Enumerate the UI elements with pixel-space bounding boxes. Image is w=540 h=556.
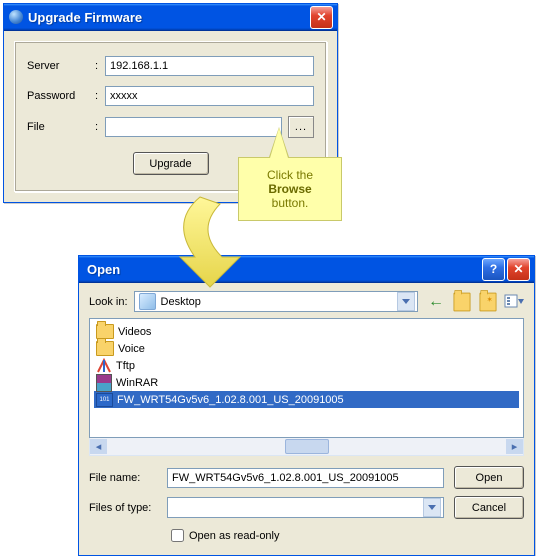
callout-tooltip: Click the Browse button. xyxy=(238,157,342,221)
upgrade-button[interactable]: Upgrade xyxy=(133,152,209,175)
window-title: Upgrade Firmware xyxy=(28,10,308,25)
chevron-down-icon[interactable] xyxy=(397,292,415,311)
new-folder-icon[interactable]: ✶ xyxy=(478,292,498,312)
callout-pointer xyxy=(270,128,288,158)
close-icon[interactable]: ✕ xyxy=(310,6,333,29)
callout-bold: Browse xyxy=(268,182,311,196)
readonly-label: Open as read-only xyxy=(189,530,280,542)
binary-file-icon: 101 xyxy=(96,393,113,407)
tftp-icon xyxy=(96,358,112,374)
scroll-thumb[interactable] xyxy=(285,439,329,454)
lookin-label: Look in: xyxy=(89,296,128,308)
filename-label: File name: xyxy=(89,472,167,484)
filename-input[interactable] xyxy=(167,468,444,488)
ellipsis-icon: ... xyxy=(295,121,307,133)
app-icon xyxy=(8,9,24,25)
open-button[interactable]: Open xyxy=(454,466,524,489)
colon: : xyxy=(95,121,105,133)
close-icon[interactable]: ✕ xyxy=(507,258,530,281)
password-label: Password xyxy=(27,90,95,102)
folder-icon xyxy=(96,341,114,356)
lookin-combo[interactable]: Desktop xyxy=(134,291,418,312)
list-item-label: FW_WRT54Gv5v6_1.02.8.001_US_20091005 xyxy=(117,394,344,406)
server-input[interactable] xyxy=(105,56,314,76)
lookin-value: Desktop xyxy=(161,296,201,308)
help-icon[interactable]: ? xyxy=(482,258,505,281)
file-list[interactable]: Videos Voice Tftp WinRAR101 FW_WRT54Gv5v6_1.… xyxy=(89,318,524,438)
list-item-label: Tftp xyxy=(116,360,135,372)
titlebar[interactable]: Upgrade Firmware ✕ xyxy=(4,4,337,31)
scroll-left-icon[interactable]: ◂ xyxy=(90,439,107,454)
colon: : xyxy=(95,90,105,102)
up-folder-icon[interactable] xyxy=(452,292,472,312)
desktop-icon xyxy=(139,293,156,310)
callout-line3: button. xyxy=(272,196,309,210)
filetype-combo[interactable] xyxy=(167,497,444,518)
list-item-label: WinRAR xyxy=(116,377,158,389)
folder-icon xyxy=(96,324,114,339)
list-item[interactable]: WinRAR xyxy=(94,374,519,391)
horizontal-scrollbar[interactable]: ◂ ▸ xyxy=(89,438,524,456)
filetype-label: Files of type: xyxy=(89,502,167,514)
list-item[interactable]: Tftp xyxy=(94,357,519,374)
chevron-down-icon[interactable] xyxy=(423,498,441,517)
password-input[interactable] xyxy=(105,86,314,106)
back-icon[interactable]: ← xyxy=(426,292,446,312)
scroll-right-icon[interactable]: ▸ xyxy=(506,439,523,454)
winrar-icon xyxy=(96,374,112,392)
colon: : xyxy=(95,60,105,72)
cancel-button[interactable]: Cancel xyxy=(454,496,524,519)
list-item-label: Voice xyxy=(118,343,145,355)
list-item[interactable]: Voice xyxy=(94,340,519,357)
file-input[interactable] xyxy=(105,117,282,137)
views-icon[interactable] xyxy=(504,292,524,312)
open-dialog-window: Open ? ✕ Look in: Desktop ← ✶ VideosV xyxy=(78,255,535,556)
callout-line1: Click the xyxy=(267,168,313,182)
list-item[interactable]: 101 FW_WRT54Gv5v6_1.02.8.001_US_20091005 xyxy=(94,391,519,408)
readonly-checkbox[interactable] xyxy=(171,529,184,542)
file-label: File xyxy=(27,121,95,133)
server-label: Server xyxy=(27,60,95,72)
list-item-label: Videos xyxy=(118,326,151,338)
window-title: Open xyxy=(83,262,480,277)
browse-button[interactable]: ... xyxy=(288,116,314,138)
titlebar[interactable]: Open ? ✕ xyxy=(79,256,534,283)
list-item[interactable]: Videos xyxy=(94,323,519,340)
